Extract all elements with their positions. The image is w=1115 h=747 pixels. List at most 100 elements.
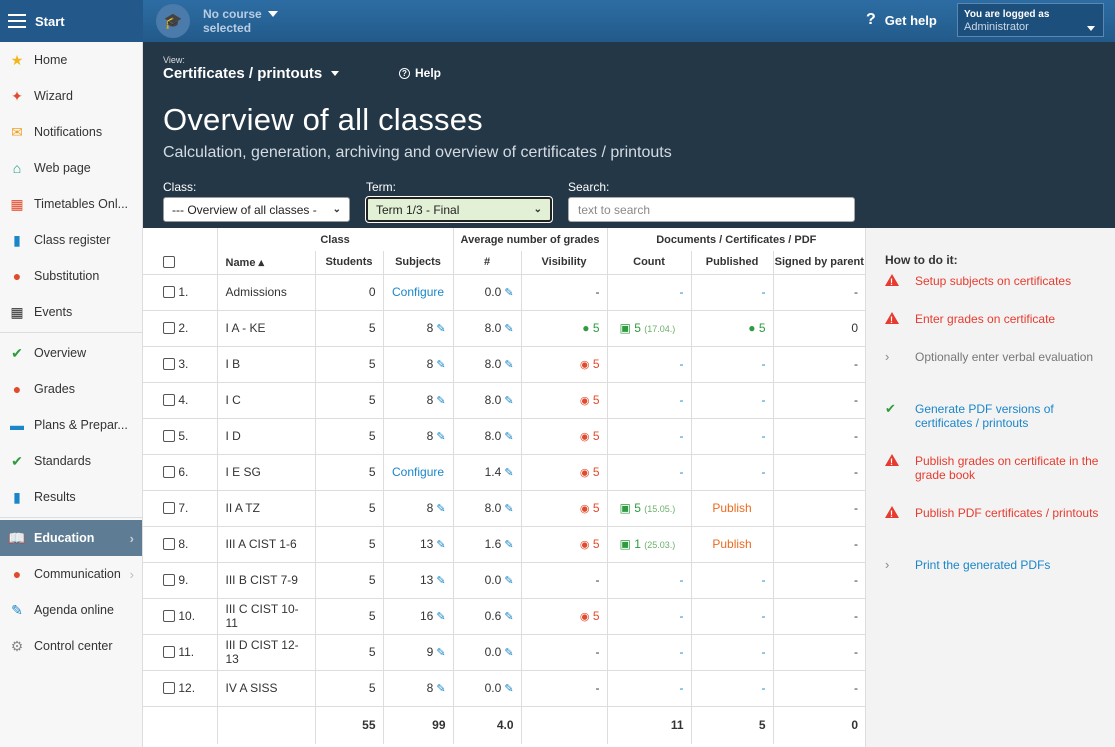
row-checkbox[interactable] xyxy=(163,646,175,658)
pencil-icon[interactable]: ✎ xyxy=(436,323,445,335)
pencil-icon[interactable]: ✎ xyxy=(436,611,445,623)
eye-slash-icon[interactable]: ◉ xyxy=(580,539,590,551)
sidebar-item-grades[interactable]: ● Grades xyxy=(0,371,142,407)
row-checkbox[interactable] xyxy=(163,610,175,622)
how-to-step[interactable]: Setup subjects on certificates xyxy=(885,274,1100,289)
row-checkbox[interactable] xyxy=(163,322,175,334)
sidebar-item-wizard[interactable]: ✦ Wizard xyxy=(0,78,142,114)
configure-link[interactable]: Configure xyxy=(392,465,444,479)
sidebar-item-plans-prepar[interactable]: ▬ Plans & Prepar... xyxy=(0,407,142,443)
pencil-icon[interactable]: ✎ xyxy=(504,395,513,407)
class-name[interactable]: I E SG xyxy=(226,465,261,479)
check-circle-icon: ✔ xyxy=(11,344,23,361)
pencil-icon[interactable]: ✎ xyxy=(504,611,513,623)
eye-slash-icon[interactable]: ◉ xyxy=(580,503,590,515)
pdf-file-icon[interactable]: ▣ xyxy=(620,501,631,515)
how-to-step[interactable]: ✔ Generate PDF versions of certificates /… xyxy=(885,402,1100,431)
pencil-icon[interactable]: ✎ xyxy=(436,647,445,659)
configure-link[interactable]: Configure xyxy=(392,285,444,299)
sidebar-item-home[interactable]: ★ Home xyxy=(0,42,142,78)
pencil-icon[interactable]: ✎ xyxy=(436,395,445,407)
class-name[interactable]: I B xyxy=(226,357,241,371)
row-number: 7. xyxy=(178,501,189,515)
class-name[interactable]: III B CIST 7-9 xyxy=(226,573,298,587)
sidebar-item-class-register[interactable]: ▮ Class register xyxy=(0,222,142,258)
sidebar-item-results[interactable]: ▮ Results xyxy=(0,479,142,515)
class-name[interactable]: III A CIST 1-6 xyxy=(226,537,297,551)
sidebar-item-web-page[interactable]: ⌂ Web page xyxy=(0,150,142,186)
class-name[interactable]: Admissions xyxy=(226,285,287,299)
sidebar-item-education[interactable]: 📖 Education › xyxy=(0,520,142,556)
pencil-icon[interactable]: ✎ xyxy=(504,539,513,551)
eye-slash-icon[interactable]: ◉ xyxy=(580,611,590,623)
sidebar-item-control-center[interactable]: ⚙ Control center xyxy=(0,628,142,664)
pencil-icon[interactable]: ✎ xyxy=(436,503,445,515)
row-checkbox[interactable] xyxy=(163,394,175,406)
class-name[interactable]: I A - KE xyxy=(226,321,266,335)
row-checkbox[interactable] xyxy=(163,286,175,298)
class-name[interactable]: I D xyxy=(226,429,241,443)
pdf-file-icon[interactable]: ▣ xyxy=(620,321,631,335)
sidebar-item-communication[interactable]: ● Communication › xyxy=(0,556,142,592)
help-link[interactable]: ? Help xyxy=(399,66,441,80)
user-menu[interactable]: You are logged as Administrator xyxy=(957,3,1104,37)
select-all-checkbox[interactable] xyxy=(163,255,175,268)
row-checkbox[interactable] xyxy=(163,502,175,514)
hamburger-icon xyxy=(8,14,26,28)
publish-link[interactable]: Publish xyxy=(712,537,751,551)
how-to-step[interactable]: › Print the generated PDFs xyxy=(885,558,1100,573)
class-name[interactable]: III C CIST 10-11 xyxy=(226,602,299,630)
sidebar-item-agenda-online[interactable]: ✎ Agenda online xyxy=(0,592,142,628)
pencil-icon[interactable]: ✎ xyxy=(436,539,445,551)
row-checkbox[interactable] xyxy=(163,574,175,586)
class-name[interactable]: IV A SISS xyxy=(226,681,278,695)
pencil-icon[interactable]: ✎ xyxy=(504,323,513,335)
sidebar-item-overview[interactable]: ✔ Overview xyxy=(0,335,142,371)
pencil-icon[interactable]: ✎ xyxy=(504,359,513,371)
pencil-icon[interactable]: ✎ xyxy=(504,431,513,443)
eye-slash-icon[interactable]: ◉ xyxy=(580,359,590,371)
course-selector[interactable]: 🎓 No course selected xyxy=(156,4,278,38)
sidebar-item-notifications[interactable]: ✉ Notifications xyxy=(0,114,142,150)
sidebar-item-events[interactable]: ▦ Events xyxy=(0,294,142,330)
pencil-icon[interactable]: ✎ xyxy=(504,683,513,695)
how-to-step[interactable]: Publish grades on certificate in the gra… xyxy=(885,454,1100,482)
row-checkbox[interactable] xyxy=(163,538,175,550)
pencil-icon[interactable]: ✎ xyxy=(504,503,513,515)
row-checkbox[interactable] xyxy=(163,358,175,370)
published-value: - xyxy=(761,609,766,623)
how-to-step[interactable]: Publish PDF certificates / printouts xyxy=(885,506,1100,521)
pencil-icon[interactable]: ✎ xyxy=(436,359,445,371)
sidebar-item-timetables-onl[interactable]: ▦ Timetables Onl... xyxy=(0,186,142,222)
search-input[interactable]: text to search xyxy=(568,197,855,222)
pencil-icon[interactable]: ✎ xyxy=(436,683,445,695)
term-select[interactable]: Term 1/3 - Final ⌄ xyxy=(365,196,553,223)
sidebar-item-substitution[interactable]: ● Substitution xyxy=(0,258,142,294)
view-selector[interactable]: Certificates / printouts xyxy=(163,65,340,82)
eye-slash-icon[interactable]: ◉ xyxy=(580,467,590,479)
column-header-name[interactable]: Name ▴ xyxy=(217,251,316,274)
eye-slash-icon[interactable]: ◉ xyxy=(580,431,590,443)
get-help-link[interactable]: ? Get help xyxy=(866,11,937,29)
pencil-icon[interactable]: ✎ xyxy=(504,287,513,299)
pencil-icon[interactable]: ✎ xyxy=(436,575,445,587)
class-name[interactable]: II A TZ xyxy=(226,501,260,515)
pencil-icon[interactable]: ✎ xyxy=(504,467,513,479)
publish-link[interactable]: Publish xyxy=(712,501,751,515)
class-name[interactable]: I C xyxy=(226,393,241,407)
class-name[interactable]: III D CIST 12-13 xyxy=(226,638,299,666)
class-select[interactable]: --- Overview of all classes - ⌄ xyxy=(163,197,350,222)
pdf-file-icon[interactable]: ▣ xyxy=(620,537,631,551)
pencil-icon[interactable]: ✎ xyxy=(436,431,445,443)
row-checkbox[interactable] xyxy=(163,682,175,694)
pencil-icon[interactable]: ✎ xyxy=(504,575,513,587)
row-checkbox[interactable] xyxy=(163,430,175,442)
start-menu-button[interactable]: Start xyxy=(0,0,143,42)
how-to-step[interactable]: Enter grades on certificate xyxy=(885,312,1100,327)
eye-slash-icon[interactable]: ◉ xyxy=(580,395,590,407)
sidebar-item-standards[interactable]: ✔ Standards xyxy=(0,443,142,479)
pencil-icon[interactable]: ✎ xyxy=(504,647,513,659)
visibility-value: 5 xyxy=(592,357,600,371)
count-value: - xyxy=(679,681,684,695)
row-checkbox[interactable] xyxy=(163,466,175,478)
